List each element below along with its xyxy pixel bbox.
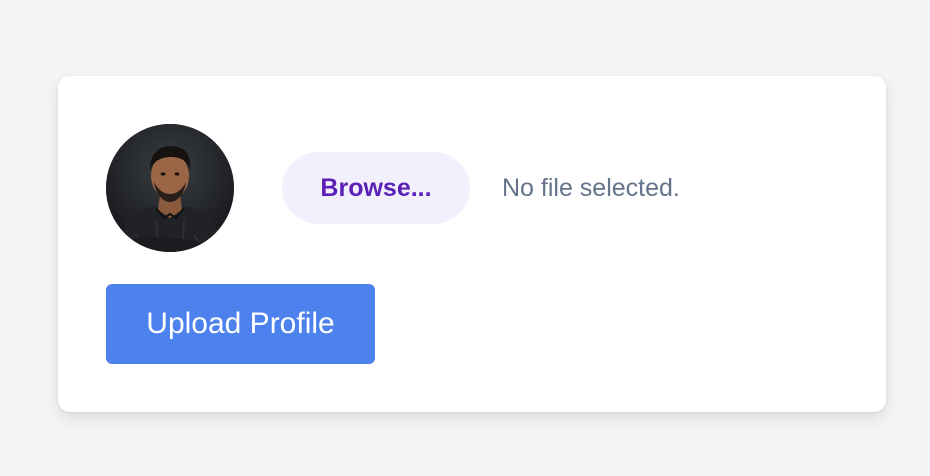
profile-photo-icon [106, 124, 234, 252]
upload-profile-button[interactable]: Upload Profile [106, 284, 375, 364]
avatar [106, 124, 234, 252]
file-status-text: No file selected. [502, 174, 680, 202]
upload-card: Browse... No file selected. Upload Profi… [58, 76, 886, 412]
browse-button[interactable]: Browse... [282, 152, 470, 224]
